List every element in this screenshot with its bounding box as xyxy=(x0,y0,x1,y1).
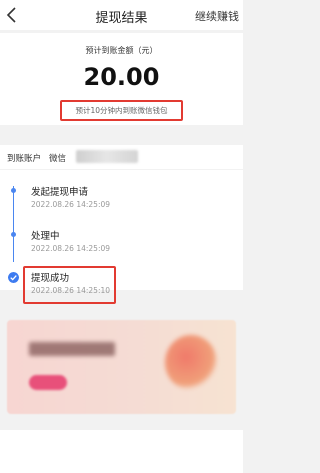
step-name: 处理中 xyxy=(31,231,60,242)
bottom-area xyxy=(0,430,243,473)
banner-illustration xyxy=(165,335,217,390)
success-step-highlight xyxy=(23,266,116,304)
expected-amount-label: 预计到账金额（元） xyxy=(85,46,158,55)
check-circle-icon xyxy=(8,272,19,283)
step-time: 2022.08.26 14:25:09 xyxy=(31,244,111,253)
expected-amount-value: 20.00 xyxy=(83,63,160,91)
banner-blurred-button xyxy=(29,375,67,390)
continue-earning-link[interactable]: 继续赚钱 xyxy=(195,8,239,24)
step-dot-icon xyxy=(11,232,16,237)
blurred-account-name xyxy=(76,150,138,163)
top-nav-bar: 提现结果 继续赚钱 xyxy=(0,0,243,30)
arrival-time-note: 预计10分钟内到账微信钱包 xyxy=(60,100,183,121)
banner-blurred-title xyxy=(29,342,115,356)
step-time: 2022.08.26 14:25:09 xyxy=(31,200,111,209)
amount-summary-card: 预计到账金额（元） 20.00 预计10分钟内到账微信钱包 xyxy=(0,33,243,125)
step-name: 发起提现申请 xyxy=(31,187,89,198)
account-row: 到账账户 微信 xyxy=(0,145,243,169)
timeline-line xyxy=(13,186,14,262)
account-channel: 微信 xyxy=(49,154,67,164)
account-label: 到账账户 xyxy=(7,154,42,164)
promo-banner[interactable] xyxy=(7,320,236,414)
step-dot-icon xyxy=(11,188,16,193)
withdraw-progress-timeline: 发起提现申请 2022.08.26 14:25:09 处理中 2022.08.2… xyxy=(0,170,243,304)
